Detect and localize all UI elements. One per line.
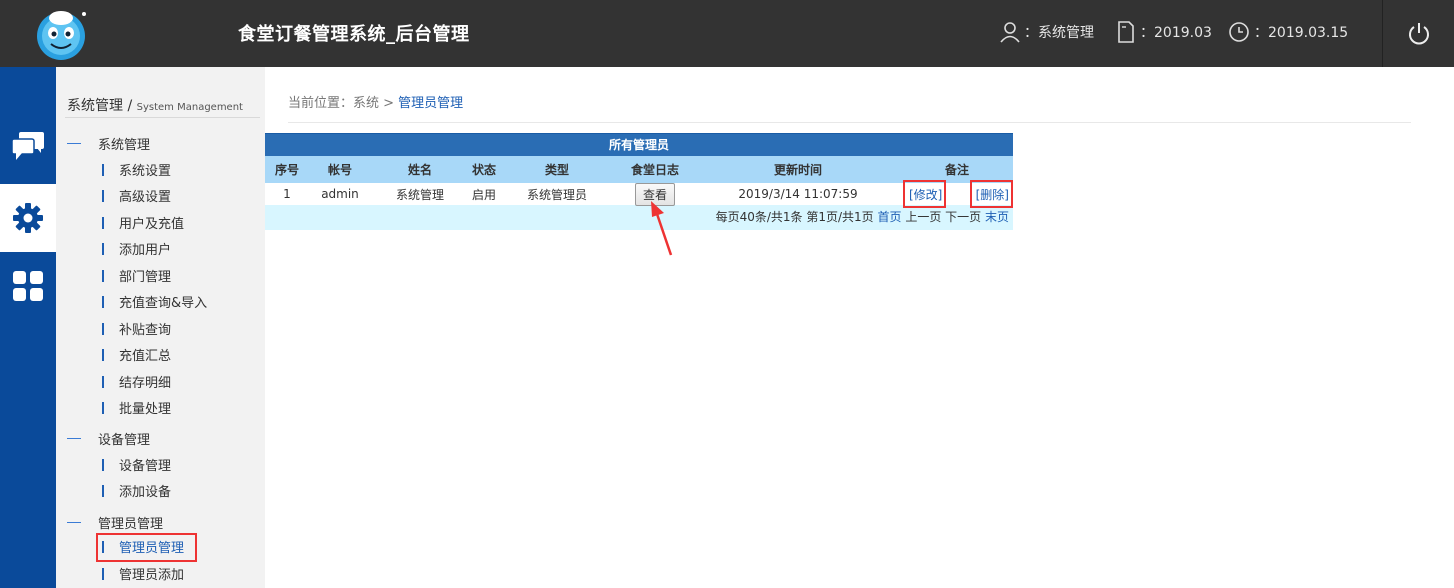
annotation-arrow-icon xyxy=(651,201,673,256)
last-page-link[interactable]: 末页 xyxy=(985,210,1009,224)
col-header-account: 帐号 xyxy=(327,163,352,177)
user-label: ：系统管理 xyxy=(1024,25,1094,41)
version-info: ：2019.03 xyxy=(1116,21,1212,43)
pagination: 每页40条/共1条 第1页/共1页 首页 上一页 下一页 末页 xyxy=(265,205,1013,230)
sidebar-item-batch[interactable]: 批量处理 xyxy=(102,398,171,417)
sidebar-item-label: 高级设置 xyxy=(119,190,172,205)
cell-updated: 2019/3/14 11:07:59 xyxy=(738,187,858,201)
sidebar-item-departments[interactable]: 部门管理 xyxy=(102,266,171,285)
col-header-name: 姓名 xyxy=(407,163,432,177)
sidebar-item-label: 充值汇总 xyxy=(119,349,172,364)
cell-name: 系统管理 xyxy=(395,187,444,202)
sidebar-item-system-settings[interactable]: 系统设置 xyxy=(102,160,171,179)
grid-icon xyxy=(13,271,43,301)
sidebar-item-recharge-summary[interactable]: 充值汇总 xyxy=(102,345,171,364)
sidebar-title: 系统管理 / System Management xyxy=(67,95,243,115)
sidebar-item-label: 用户及充值 xyxy=(119,217,185,232)
sidebar-group-admins[interactable]: 管理员管理 xyxy=(67,513,163,532)
sidebar-item-users-recharge[interactable]: 用户及充值 xyxy=(102,213,184,232)
table-row: 1 admin 系统管理 启用 系统管理员 查看 2019/3/14 11:07… xyxy=(265,179,1014,208)
version-label: ：2019.03 xyxy=(1140,25,1212,41)
clock-icon xyxy=(1229,22,1249,42)
sidebar-item-label: 充值查询&导入 xyxy=(119,296,208,311)
sidebar-item-admin-manage[interactable]: 管理员管理 xyxy=(95,533,198,562)
logo-mascot-icon xyxy=(33,6,89,62)
rail-item-settings[interactable] xyxy=(0,184,56,252)
sidebar-group-devices[interactable]: 设备管理 xyxy=(67,429,150,448)
sidebar-title-sep: / xyxy=(123,98,137,114)
sidebar-item-label: 结存明细 xyxy=(119,376,172,391)
sidebar-title-en: System Management xyxy=(136,102,243,113)
sidebar-item-label: 管理员管理 xyxy=(119,541,185,556)
sidebar-group-label: 系统管理 xyxy=(98,138,151,153)
first-page-link[interactable]: 首页 xyxy=(878,210,902,224)
app-title: 食堂订餐管理系统_后台管理 xyxy=(238,24,470,45)
col-header-type: 类型 xyxy=(544,163,569,177)
admin-table: 所有管理员 序号 帐号 姓名 状态 类型 食堂日志 更新时间 备注 1 admi… xyxy=(265,133,1014,230)
breadcrumb-divider xyxy=(288,122,1411,123)
sidebar-item-device-manage[interactable]: 设备管理 xyxy=(102,455,171,474)
top-header: 食堂订餐管理系统_后台管理 ：系统管理 ：2019.03 ：2019.03.15 xyxy=(0,0,1454,67)
delete-link[interactable]: [删除] xyxy=(969,179,1014,208)
cell-notes: [修改] [删除] xyxy=(901,179,1014,208)
rail-item-apps[interactable] xyxy=(0,252,56,320)
user-info: ：系统管理 xyxy=(1000,21,1094,43)
sidebar: 系统管理 / System Management 系统管理 系统设置 高级设置 … xyxy=(56,67,265,588)
cell-account: admin xyxy=(321,187,359,201)
power-icon xyxy=(1408,22,1429,44)
sidebar-title-cn: 系统管理 xyxy=(67,98,123,114)
cell-status: 启用 xyxy=(471,187,496,202)
power-button[interactable] xyxy=(1382,0,1454,67)
col-header-index: 序号 xyxy=(274,163,299,177)
user-icon xyxy=(1000,22,1020,43)
date-label: ：2019.03.15 xyxy=(1254,25,1349,41)
sidebar-item-admin-add[interactable]: 管理员添加 xyxy=(102,564,184,583)
sidebar-item-label: 设备管理 xyxy=(119,459,172,474)
cell-type: 系统管理员 xyxy=(526,187,587,202)
sidebar-item-label: 批量处理 xyxy=(119,402,172,417)
table-header-row: 序号 帐号 姓名 状态 类型 食堂日志 更新时间 备注 xyxy=(265,156,1013,183)
breadcrumb-prefix: 当前位置：系统 > xyxy=(288,96,399,111)
sidebar-item-label: 添加用户 xyxy=(119,243,172,258)
sidebar-group-label: 管理员管理 xyxy=(98,517,164,532)
module-rail xyxy=(0,67,56,588)
sidebar-item-label: 管理员添加 xyxy=(119,568,185,583)
next-page-link[interactable]: 下一页 xyxy=(945,210,985,224)
col-header-notes: 备注 xyxy=(944,163,969,177)
sidebar-divider xyxy=(65,117,260,118)
pagination-summary: 每页40条/共1条 第1页/共1页 xyxy=(715,210,878,224)
breadcrumb: 当前位置：系统 > 管理员管理 xyxy=(288,92,463,111)
table-caption: 所有管理员 xyxy=(265,133,1013,156)
edit-link[interactable]: [修改] xyxy=(902,179,947,208)
col-header-log: 食堂日志 xyxy=(630,163,679,177)
col-header-updated: 更新时间 xyxy=(773,163,822,177)
sidebar-item-label: 添加设备 xyxy=(119,485,172,500)
rail-item-chat[interactable] xyxy=(0,112,56,180)
cell-index: 1 xyxy=(283,187,291,201)
sidebar-item-label: 部门管理 xyxy=(119,270,172,285)
sidebar-item-advanced-settings[interactable]: 高级设置 xyxy=(102,186,171,205)
sidebar-group-label: 设备管理 xyxy=(98,433,151,448)
col-header-status: 状态 xyxy=(471,163,496,177)
sidebar-item-label: 系统设置 xyxy=(119,164,172,179)
sidebar-item-label: 补贴查询 xyxy=(119,323,172,338)
sidebar-item-balance-detail[interactable]: 结存明细 xyxy=(102,372,171,391)
sidebar-item-recharge-query[interactable]: 充值查询&导入 xyxy=(102,292,207,311)
sidebar-group-system[interactable]: 系统管理 xyxy=(67,134,150,153)
prev-page-link[interactable]: 上一页 xyxy=(902,210,946,224)
chat-icon xyxy=(11,132,44,160)
gear-icon xyxy=(13,203,43,233)
sidebar-item-add-device[interactable]: 添加设备 xyxy=(102,481,171,500)
date-info: ：2019.03.15 xyxy=(1228,21,1348,43)
sidebar-item-subsidy-query[interactable]: 补贴查询 xyxy=(102,319,171,338)
sidebar-item-add-user[interactable]: 添加用户 xyxy=(102,239,171,258)
breadcrumb-current[interactable]: 管理员管理 xyxy=(398,96,463,111)
document-icon xyxy=(1118,21,1134,43)
